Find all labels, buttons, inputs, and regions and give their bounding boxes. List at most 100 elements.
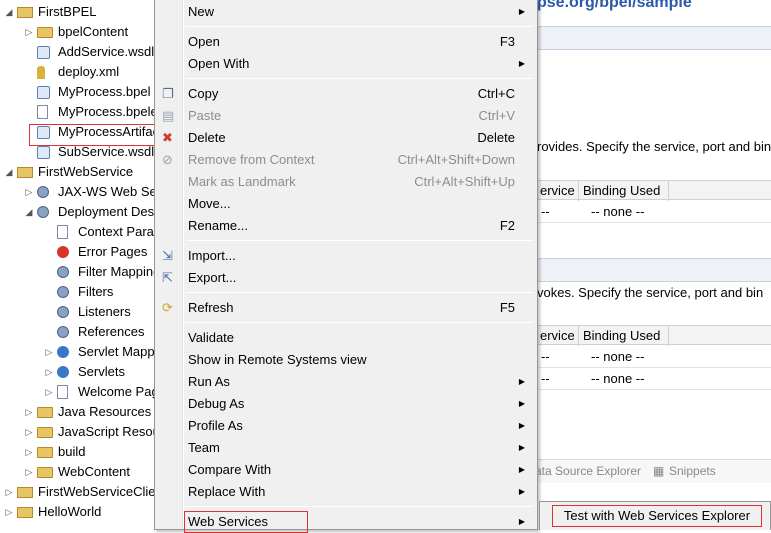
menu-item-paste: ▤ Paste Ctrl+V (157, 105, 535, 127)
menu-separator (186, 26, 533, 27)
test-with-web-services-explorer-item[interactable]: Test with Web Services Explorer (552, 505, 762, 527)
column-binding-used[interactable]: Binding Used (578, 181, 668, 201)
error-icon (57, 246, 69, 258)
invokes-description: vokes. Specify the service, port and bin (537, 285, 764, 300)
submenu-arrow-icon: ▶ (518, 421, 525, 430)
project-icon (17, 487, 33, 498)
namespace-url: pse.org/bpel/sample (537, 0, 692, 11)
expand-arrow-icon[interactable]: ▷ (4, 502, 14, 522)
column-service: ervice (540, 328, 575, 343)
expand-arrow-icon[interactable]: ▷ (24, 462, 34, 482)
collapse-arrow-icon[interactable]: ◢ (4, 2, 14, 22)
menu-item-new[interactable]: New ▶ (157, 1, 535, 23)
expand-arrow-icon[interactable]: ▷ (24, 422, 34, 442)
menu-item-shortcut: Ctrl+V (478, 108, 515, 123)
servlet-icon (57, 346, 69, 358)
tree-item-label: deploy.xml (58, 64, 120, 79)
tab-data-source-explorer[interactable]: ata Source Explorer (537, 464, 641, 478)
web-services-submenu: Test with Web Services Explorer (539, 501, 771, 530)
editor-area: pse.org/bpel/sample rovides. Specify the… (537, 0, 771, 530)
tree-item-label: Listeners (78, 304, 131, 319)
table-row[interactable]: -- -- none -- (537, 201, 771, 223)
menu-item-label: Copy (188, 86, 219, 101)
expand-arrow-icon[interactable]: ▷ (24, 182, 34, 202)
menu-item-label: Remove from Context (188, 152, 315, 167)
menu-separator (186, 292, 533, 293)
tree-item-label: FirstBPEL (38, 4, 97, 19)
column-service: ervice (540, 183, 575, 198)
menu-item-open-with[interactable]: Open With ▶ (157, 53, 535, 75)
menu-separator (186, 78, 533, 79)
submenu-arrow-icon: ▶ (518, 443, 525, 452)
tree-item-label: AddService.wsdl (58, 44, 155, 59)
menu-item-shortcut: F2 (499, 218, 515, 233)
tree-item-label: WebContent (58, 464, 131, 479)
servlet-icon (57, 366, 69, 378)
folder-icon (37, 447, 53, 458)
menu-item-team[interactable]: Team ▶ (157, 437, 535, 459)
binding-cell: -- none -- (591, 204, 645, 219)
table-row[interactable]: -- -- none -- (537, 368, 771, 390)
service-cell: -- (541, 371, 550, 386)
menu-item-open[interactable]: Open F3 (157, 31, 535, 53)
tab-snippets[interactable]: Snippets (669, 464, 716, 478)
menu-item-validate[interactable]: Validate (157, 327, 535, 349)
column-binding-used[interactable]: Binding Used (578, 326, 668, 346)
tree-item-label: Welcome Pages (78, 384, 156, 399)
expand-arrow-icon[interactable]: ▷ (44, 362, 54, 382)
menu-item-label: Mark as Landmark (188, 174, 296, 189)
expand-arrow-icon[interactable]: ▷ (44, 342, 54, 362)
expand-arrow-icon[interactable]: ▷ (4, 482, 14, 502)
menu-item-replace-with[interactable]: Replace With ▶ (157, 481, 535, 503)
submenu-arrow-icon: ▶ (518, 465, 525, 474)
menu-item-remove-from-context: ⊘ Remove from Context Ctrl+Alt+Shift+Down (157, 149, 535, 171)
menu-item-delete[interactable]: ✖ Delete Delete (157, 127, 535, 149)
menu-item-show-in-remote-systems-view[interactable]: Show in Remote Systems view (157, 349, 535, 371)
menu-item-move[interactable]: Move... (157, 193, 535, 215)
menu-item-profile-as[interactable]: Profile As ▶ (157, 415, 535, 437)
menu-item-label: Export... (188, 270, 237, 285)
menu-item-compare-with[interactable]: Compare With ▶ (157, 459, 535, 481)
collapse-arrow-icon[interactable]: ◢ (24, 202, 34, 222)
tree-item-label: Deployment Descriptor (58, 204, 156, 219)
tree-item-label: MyProcess.bpel (58, 84, 151, 99)
menu-item-debug-as[interactable]: Debug As ▶ (157, 393, 535, 415)
tree-item-label: Servlet Mappings (78, 344, 156, 359)
menu-item-label: Refresh (188, 300, 234, 315)
service-cell: -- (541, 349, 550, 364)
project-icon (17, 7, 33, 18)
column-extra (668, 181, 771, 201)
menu-item-import[interactable]: ⇲ Import... (157, 245, 535, 267)
binding-cell: -- none -- (591, 349, 645, 364)
menu-item-copy[interactable]: ❐ Copy Ctrl+C (157, 83, 535, 105)
menu-item-run-as[interactable]: Run As ▶ (157, 371, 535, 393)
tree-item-label: JavaScript Resources (58, 424, 156, 439)
menu-item-mark-as-landmark: Mark as Landmark Ctrl+Alt+Shift+Up (157, 171, 535, 193)
tree-item-label: FirstWebService (38, 164, 134, 179)
listener-icon (57, 306, 69, 318)
collapse-arrow-icon[interactable]: ◢ (4, 162, 14, 182)
snippets-icon: ▦ (653, 464, 665, 478)
submenu-arrow-icon: ▶ (518, 377, 525, 386)
bpel-icon (37, 86, 50, 99)
menu-item-refresh[interactable]: ⟳ Refresh F5 (157, 297, 535, 319)
remove-context-icon: ⊘ (162, 152, 173, 167)
menu-item-label: Import... (188, 248, 236, 263)
menu-item-shortcut: Delete (477, 130, 515, 145)
menu-item-export[interactable]: ⇱ Export... (157, 267, 535, 289)
provides-description: rovides. Specify the service, port and b… (537, 139, 771, 154)
expand-arrow-icon[interactable]: ▷ (24, 22, 34, 42)
project-icon (17, 507, 33, 518)
export-icon: ⇱ (162, 270, 173, 285)
tree-item-label: Filter Mappings (78, 264, 156, 279)
expand-arrow-icon[interactable]: ▷ (44, 382, 54, 402)
table-row[interactable]: -- -- none -- (537, 346, 771, 368)
menu-item-shortcut: Ctrl+C (477, 86, 515, 101)
menu-item-rename[interactable]: Rename... F2 (157, 215, 535, 237)
expand-arrow-icon[interactable]: ▷ (24, 402, 34, 422)
menu-item-label: Profile As (188, 418, 243, 433)
menu-item-shortcut: F5 (499, 300, 515, 315)
expand-arrow-icon[interactable]: ▷ (24, 442, 34, 462)
invokes-table-header: ervice Binding Used (537, 325, 771, 346)
menu-separator (186, 240, 533, 241)
